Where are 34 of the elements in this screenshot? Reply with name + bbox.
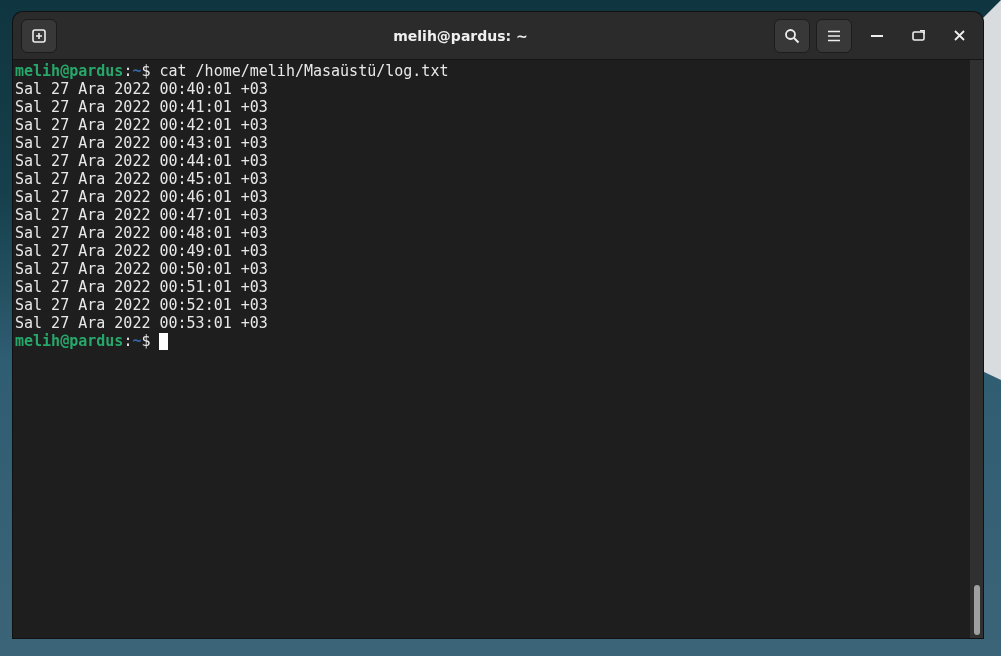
close-icon	[953, 30, 965, 41]
output-line: Sal 27 Ara 2022 00:49:01 +03	[15, 242, 268, 260]
output-line: Sal 27 Ara 2022 00:40:01 +03	[15, 80, 268, 98]
output-line: Sal 27 Ara 2022 00:50:01 +03	[15, 260, 268, 278]
output-line: Sal 27 Ara 2022 00:42:01 +03	[15, 116, 268, 134]
menu-icon	[827, 29, 841, 42]
output-line: Sal 27 Ara 2022 00:45:01 +03	[15, 170, 268, 188]
window-title: melih@pardus: ~	[392, 27, 529, 44]
new-tab-icon	[31, 27, 47, 44]
scrollbar-thumb[interactable]	[973, 585, 980, 635]
prompt-user-host: melih@pardus	[15, 62, 124, 80]
command-text: cat /home/melih/Masaüstü/log.txt	[159, 62, 449, 80]
prompt-symbol: $	[141, 332, 151, 350]
search-button[interactable]	[774, 18, 810, 53]
prompt-symbol: $	[141, 62, 151, 80]
output-line: Sal 27 Ara 2022 00:47:01 +03	[15, 206, 268, 224]
output-line: Sal 27 Ara 2022 00:53:01 +03	[15, 314, 268, 332]
menu-button[interactable]	[816, 18, 852, 53]
output-line: Sal 27 Ara 2022 00:48:01 +03	[15, 224, 268, 242]
output-line: Sal 27 Ara 2022 00:51:01 +03	[15, 278, 268, 296]
prompt-path: ~	[132, 62, 142, 80]
prompt-user-host: melih@pardus	[15, 332, 124, 350]
new-tab-button[interactable]	[21, 18, 57, 53]
prompt-path: ~	[132, 332, 142, 350]
output-line: Sal 27 Ara 2022 00:44:01 +03	[15, 152, 268, 170]
prompt-separator: :	[123, 62, 133, 80]
maximize-icon	[911, 30, 925, 41]
search-icon	[784, 27, 800, 44]
output-line: Sal 27 Ara 2022 00:43:01 +03	[15, 134, 268, 152]
minimize-icon	[871, 34, 883, 37]
prompt-separator: :	[123, 332, 133, 350]
output-line: Sal 27 Ara 2022 00:52:01 +03	[15, 296, 268, 314]
output-line: Sal 27 Ara 2022 00:46:01 +03	[15, 188, 268, 206]
output-line: Sal 27 Ara 2022 00:41:01 +03	[15, 98, 268, 116]
